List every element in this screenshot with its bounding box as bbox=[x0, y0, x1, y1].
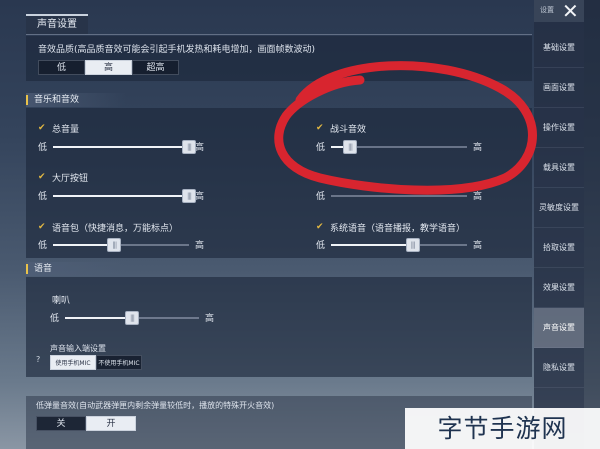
control-label: 战斗音效 bbox=[330, 124, 367, 135]
sidebar-edge bbox=[584, 0, 600, 449]
settings-screen: 声音设置 音效品质(高品质音效可能会引起手机发热和耗电增加，画面帧数波动) 低 … bbox=[0, 0, 600, 449]
combat-sfx-slider: 低 ||| 高 bbox=[316, 139, 483, 154]
sidebar-header-label: 设置 bbox=[540, 6, 554, 14]
control-combat-sfx: ✔ 战斗音效 bbox=[316, 122, 367, 135]
system-voice-slider: 低 ||| 高 bbox=[316, 237, 483, 252]
watermark-logo: 字节手游网 bbox=[405, 408, 600, 449]
speaker-label: 喇叭 bbox=[52, 296, 71, 306]
control-label: 总音量 bbox=[52, 124, 80, 135]
control-label: 语音包（快捷消息，万能标点） bbox=[52, 223, 179, 234]
option-no-phone-mic[interactable]: 不使用手机MIC bbox=[96, 355, 142, 370]
slider-high-label: 高 bbox=[473, 143, 483, 153]
slider-track[interactable]: ||| bbox=[65, 310, 200, 325]
sidebar-header: 设置 ✕ bbox=[534, 0, 584, 22]
check-icon[interactable]: ✔ bbox=[316, 123, 327, 133]
slider-low-label: 低 bbox=[316, 143, 326, 153]
speaker-slider: 低 ||| 高 bbox=[50, 310, 215, 325]
slider-low-label: 低 bbox=[316, 192, 326, 202]
slider-fill bbox=[53, 194, 190, 197]
low-ammo-selector: 关 开 bbox=[36, 416, 136, 431]
slider-track[interactable]: ||| bbox=[53, 237, 190, 252]
sidebar-item-sound[interactable]: 声音设置 bbox=[534, 308, 584, 348]
sidebar-item-effects[interactable]: 效果设置 bbox=[534, 268, 584, 308]
tab-divider bbox=[26, 34, 532, 35]
voice-panel: 喇叭 低 ||| 高 声音输入端设置 ? 使用手机MIC 不使用手机MIC bbox=[26, 277, 532, 377]
sidebar-item-pickup[interactable]: 拾取设置 bbox=[534, 228, 584, 268]
close-icon[interactable]: ✕ bbox=[562, 0, 579, 22]
voice-pack-slider: 低 ||| 高 bbox=[38, 237, 205, 252]
lobby-buttons-slider: 低 ||| 高 bbox=[38, 188, 205, 203]
slider-track[interactable]: ||| bbox=[53, 139, 197, 154]
sidebar-item-vehicle[interactable]: 载具设置 bbox=[534, 148, 584, 188]
quality-option-ultra[interactable]: 超高 bbox=[132, 60, 179, 75]
check-icon[interactable]: ✔ bbox=[38, 172, 49, 182]
slider-track[interactable]: ||| bbox=[331, 237, 468, 252]
sidebar-item-sensitivity[interactable]: 灵敏度设置 bbox=[534, 188, 584, 228]
slider-high-label: 高 bbox=[473, 241, 483, 251]
control-lobby-buttons: ✔ 大厅按钮 bbox=[38, 171, 89, 184]
slider-track[interactable]: ||| bbox=[331, 139, 468, 154]
slider-knob-icon[interactable]: ||| bbox=[343, 139, 358, 154]
check-icon[interactable]: ✔ bbox=[38, 123, 49, 133]
low-ammo-option-on[interactable]: 开 bbox=[86, 416, 136, 431]
low-ammo-label: 低弹量音效(自动武器弹匣内剩余弹量较低时，播放的特殊开火音效) bbox=[36, 401, 275, 410]
control-label: 系统语音（语音播报，教学语音） bbox=[330, 223, 466, 234]
low-ammo-option-off[interactable]: 关 bbox=[36, 416, 86, 431]
sidebar-item-graphics[interactable]: 画面设置 bbox=[534, 68, 584, 108]
slider-fill bbox=[65, 316, 133, 319]
music-panel bbox=[26, 108, 532, 258]
slider-knob-icon[interactable]: ||| bbox=[107, 237, 122, 252]
quality-option-low[interactable]: 低 bbox=[38, 60, 85, 75]
slider-track[interactable]: ||| bbox=[53, 188, 197, 203]
input-device-selector: 使用手机MIC 不使用手机MIC bbox=[50, 355, 142, 370]
sidebar-item-controls[interactable]: 操作设置 bbox=[534, 108, 584, 148]
slider-high-label: 高 bbox=[195, 192, 205, 202]
slider-high-label: 高 bbox=[473, 192, 483, 202]
slider-high-label: 高 bbox=[195, 241, 205, 251]
control-master-volume: ✔ 总音量 bbox=[38, 122, 80, 135]
tab-sound-settings[interactable]: 声音设置 bbox=[26, 14, 88, 34]
sidebar-item-basic[interactable]: 基础设置 bbox=[534, 28, 584, 68]
obscured-slider: 低 高 bbox=[316, 189, 482, 202]
slider-track[interactable] bbox=[331, 194, 468, 197]
settings-sidebar: 设置 ✕ 基础设置 画面设置 操作设置 载具设置 灵敏度设置 拾取设置 效果设置… bbox=[534, 0, 584, 449]
quality-label: 音效品质(高品质音效可能会引起手机发热和耗电增加，画面帧数波动) bbox=[38, 45, 316, 55]
slider-low-label: 低 bbox=[38, 241, 48, 251]
section-title-voice: 语音 bbox=[26, 262, 126, 276]
help-icon[interactable]: ? bbox=[36, 355, 40, 364]
quality-option-high[interactable]: 高 bbox=[85, 60, 132, 75]
input-device-label: 声音输入端设置 bbox=[50, 344, 106, 353]
slider-low-label: 低 bbox=[50, 314, 60, 324]
control-label: 大厅按钮 bbox=[52, 173, 89, 184]
slider-high-label: 高 bbox=[205, 314, 215, 324]
quality-selector: 低 高 超高 bbox=[38, 60, 179, 75]
slider-fill bbox=[53, 243, 115, 246]
slider-low-label: 低 bbox=[316, 241, 326, 251]
slider-fill bbox=[331, 243, 413, 246]
option-use-phone-mic[interactable]: 使用手机MIC bbox=[50, 355, 96, 370]
control-system-voice: ✔ 系统语音（语音播报，教学语音） bbox=[316, 221, 466, 234]
slider-high-label: 高 bbox=[195, 143, 205, 153]
control-voice-pack: ✔ 语音包（快捷消息，万能标点） bbox=[38, 221, 179, 234]
slider-low-label: 低 bbox=[38, 143, 48, 153]
check-icon[interactable]: ✔ bbox=[38, 222, 49, 232]
slider-knob-icon[interactable]: ||| bbox=[182, 188, 197, 203]
slider-knob-icon[interactable]: ||| bbox=[405, 237, 420, 252]
section-title-music: 音乐和音效 bbox=[26, 93, 126, 107]
check-icon[interactable]: ✔ bbox=[316, 222, 327, 232]
slider-knob-icon[interactable]: ||| bbox=[125, 310, 140, 325]
master-volume-slider: 低 ||| 高 bbox=[38, 139, 205, 154]
slider-low-label: 低 bbox=[38, 192, 48, 202]
slider-knob-icon[interactable]: ||| bbox=[182, 139, 197, 154]
quality-panel: 音效品质(高品质音效可能会引起手机发热和耗电增加，画面帧数波动) 低 高 超高 bbox=[26, 36, 532, 81]
sidebar-item-privacy[interactable]: 隐私设置 bbox=[534, 348, 584, 388]
slider-fill bbox=[53, 145, 190, 148]
